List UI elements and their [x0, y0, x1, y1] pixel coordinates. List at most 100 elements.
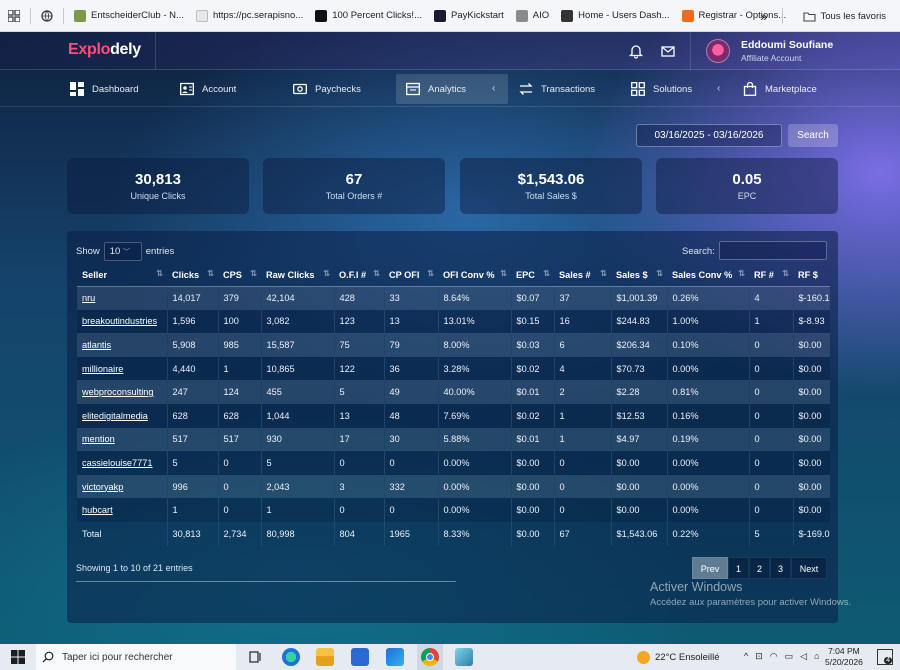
seller-link[interactable]: cassielouise7771 — [77, 451, 167, 475]
column-header[interactable]: Sales Conv % ⇅ — [667, 264, 749, 287]
sort-icon[interactable]: ⇅ — [600, 269, 607, 278]
column-header[interactable]: Sales $ ⇅ — [611, 264, 667, 287]
table-search-input[interactable] — [719, 241, 827, 260]
file-explorer-icon[interactable] — [316, 648, 334, 666]
windows-start-icon[interactable] — [11, 650, 25, 664]
bookmark-item[interactable]: 100 Percent Clicks!... — [309, 9, 428, 22]
stat-card-epc: 0.05 EPC — [656, 158, 838, 214]
task-view-icon[interactable] — [248, 650, 262, 664]
network-icon[interactable]: ⊡ — [755, 651, 763, 662]
column-header[interactable]: Sales # ⇅ — [554, 264, 611, 287]
sort-icon[interactable]: ⇅ — [500, 269, 507, 278]
all-bookmarks-button[interactable]: Tous les favoris — [797, 11, 892, 22]
battery-icon[interactable]: ▭ — [785, 651, 794, 662]
total-cell: 67 — [553, 521, 611, 546]
chevron-up-icon[interactable]: ^ — [744, 651, 748, 662]
language-icon[interactable]: ⌂ — [814, 651, 819, 662]
chrome-icon[interactable] — [421, 648, 439, 666]
chevron-left-icon[interactable]: ‹ — [717, 83, 720, 94]
sort-icon[interactable]: ⇅ — [656, 269, 663, 278]
seller-link[interactable]: nru — [77, 286, 167, 310]
store-icon[interactable] — [351, 648, 369, 666]
seller-link[interactable]: mention — [77, 427, 167, 452]
column-header[interactable]: CP OFI ⇅ — [384, 264, 438, 287]
bookmark-item[interactable]: https://pc.serapisno... — [190, 9, 309, 22]
bookmark-list: EntscheiderClub - N... https://pc.serapis… — [68, 9, 792, 22]
page-button-3[interactable]: 3 — [770, 557, 791, 579]
user-name[interactable]: Eddoumi Soufiane — [741, 39, 833, 51]
column-header[interactable]: OFI Conv % ⇅ — [438, 264, 511, 287]
nav-paychecks[interactable]: Paychecks — [293, 74, 361, 104]
seller-link[interactable]: breakoutindustries — [77, 309, 167, 334]
sort-icon[interactable]: ⇅ — [373, 269, 380, 278]
chevron-left-icon[interactable]: ‹ — [492, 83, 495, 94]
page-button-1[interactable]: 1 — [728, 557, 749, 579]
table-cell: 13 — [383, 309, 438, 334]
column-header[interactable]: RF # ⇅ — [749, 264, 793, 287]
nav-dashboard[interactable]: Dashboard — [70, 74, 138, 104]
search-icon — [42, 651, 54, 663]
search-button[interactable]: Search — [788, 124, 838, 147]
sort-icon[interactable]: ⇅ — [427, 269, 434, 278]
column-header[interactable]: Raw Clicks ⇅ — [261, 264, 334, 287]
apps-grid-icon[interactable] — [0, 9, 26, 22]
nav-account[interactable]: Account — [180, 74, 236, 104]
wifi-icon[interactable]: ◠ — [770, 651, 778, 662]
column-header[interactable]: CPS ⇅ — [218, 264, 261, 287]
bookmarks-more-button[interactable]: » — [760, 9, 767, 24]
seller-link[interactable]: victoryakp — [77, 474, 167, 499]
bookmark-item[interactable]: Home - Users Dash... — [555, 9, 675, 22]
column-header-label: OFI Conv % — [443, 269, 495, 280]
table-cell: 6 — [553, 333, 611, 357]
total-cell: 1965 — [383, 521, 438, 546]
column-header[interactable]: EPC ⇅ — [511, 264, 554, 287]
page-length-select[interactable]: 10 ﹀ — [103, 242, 142, 261]
nav-transactions[interactable]: Transactions — [519, 74, 595, 104]
bookmark-label: 100 Percent Clicks!... — [332, 10, 422, 21]
mail-app-icon[interactable] — [386, 648, 404, 666]
next-page-button[interactable]: Next — [791, 557, 827, 579]
bell-icon[interactable] — [628, 43, 644, 59]
table-cell: 8.00% — [437, 333, 511, 357]
taskbar-search-box[interactable]: Taper ici pour rechercher — [36, 644, 236, 670]
seller-link[interactable]: webproconsulting — [77, 380, 167, 404]
notification-icon[interactable]: 4 — [877, 649, 893, 665]
column-header[interactable]: Seller ⇅ — [77, 264, 167, 287]
page-button-2[interactable]: 2 — [749, 557, 770, 579]
seller-link[interactable]: atlantis — [77, 333, 167, 357]
bookmark-favicon-icon — [195, 9, 208, 22]
prev-page-button[interactable]: Prev — [692, 557, 728, 579]
weather-widget[interactable]: 22°C Ensoleillé — [637, 644, 720, 670]
sort-icon[interactable]: ⇅ — [782, 269, 789, 278]
bookmark-item[interactable]: AIO — [510, 9, 555, 22]
column-header[interactable]: RF $ — [793, 264, 830, 287]
sort-icon[interactable]: ⇅ — [738, 269, 745, 278]
brand-logo[interactable]: Explodely — [68, 41, 141, 59]
seller-link[interactable]: elitedigitalmedia — [77, 403, 167, 428]
sort-icon[interactable]: ⇅ — [207, 269, 214, 278]
volume-icon[interactable]: ◁ — [800, 651, 807, 662]
sort-icon[interactable]: ⇅ — [156, 269, 163, 278]
globe-bookmark-icon[interactable] — [35, 9, 59, 22]
app-window-icon[interactable] — [455, 648, 473, 666]
mail-icon[interactable] — [660, 43, 676, 59]
bookmark-item[interactable]: EntscheiderClub - N... — [68, 9, 190, 22]
column-header[interactable]: Clicks ⇅ — [167, 264, 218, 287]
column-header[interactable]: O.F.I # ⇅ — [334, 264, 384, 287]
nav-marketplace[interactable]: Marketplace — [743, 74, 817, 104]
nav-solutions[interactable]: Solutions — [631, 74, 692, 104]
seller-link[interactable]: millionaire — [77, 356, 167, 381]
sort-icon[interactable]: ⇅ — [250, 269, 257, 278]
sort-icon[interactable]: ⇅ — [323, 269, 330, 278]
seller-link[interactable]: hubcart — [77, 498, 167, 522]
edge-icon[interactable] — [282, 648, 300, 666]
sort-icon[interactable]: ⇅ — [543, 269, 550, 278]
date-range-picker[interactable]: 03/16/2025 - 03/16/2026 — [636, 124, 782, 147]
taskbar-clock[interactable]: 7:04 PM 5/20/2026 — [825, 646, 863, 668]
bookmark-item[interactable]: PayKickstart — [428, 9, 510, 22]
table-cell: 428 — [333, 286, 384, 310]
avatar[interactable] — [706, 39, 730, 63]
table-cell: $0.00 — [510, 498, 554, 522]
table-cell: 8.64% — [437, 286, 511, 310]
nav-label: Solutions — [653, 83, 693, 95]
